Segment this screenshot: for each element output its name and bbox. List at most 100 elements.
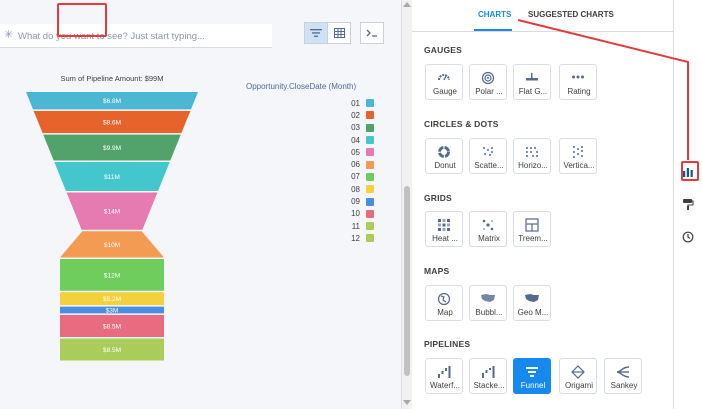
scroll-down-arrow[interactable] xyxy=(403,400,411,405)
tab-charts[interactable]: CHARTS xyxy=(478,10,511,19)
history-button[interactable] xyxy=(680,229,696,245)
format-paint-icon xyxy=(683,198,694,210)
history-icon xyxy=(682,231,694,243)
legend-label: 12 xyxy=(351,233,360,243)
legend-item[interactable]: 02 xyxy=(340,109,374,121)
legend-item[interactable]: 12 xyxy=(340,232,374,244)
chart-tile-bubble-map[interactable]: Bubbl... xyxy=(469,285,507,321)
legend-item[interactable]: 09 xyxy=(340,195,374,207)
waterfall-icon xyxy=(438,366,451,378)
origami-icon xyxy=(571,365,585,379)
chart-tile-label: Funnel xyxy=(520,381,546,390)
legend-label: 11 xyxy=(351,221,360,231)
chart-tile-label: Waterf... xyxy=(430,381,460,390)
legend-item[interactable]: 05 xyxy=(340,146,374,158)
legend-item[interactable]: 10 xyxy=(340,208,374,220)
chart-title: Sum of Pipeline Amount: $99M xyxy=(60,74,164,83)
legend-label: 04 xyxy=(351,135,360,145)
legend-label: 08 xyxy=(351,184,360,194)
flat-gauge-icon xyxy=(526,73,538,81)
legend-swatch xyxy=(366,234,374,243)
chart-tile-label: Polar ... xyxy=(475,87,503,96)
funnel-segment-label: $11M xyxy=(104,174,120,181)
format-button[interactable] xyxy=(680,196,696,212)
tab-suggested-charts[interactable]: SUGGESTED CHARTS xyxy=(528,10,614,19)
chart-tile-label: Donut xyxy=(434,161,456,170)
legend-label: 09 xyxy=(351,197,360,207)
geo-map-icon xyxy=(525,294,539,302)
legend-item[interactable]: 06 xyxy=(340,158,374,170)
funnel-segment-label: $6.8M xyxy=(103,98,121,105)
chart-tile-funnel[interactable]: Funnel xyxy=(513,358,551,394)
legend-label: 02 xyxy=(351,110,360,120)
legend-item[interactable]: 03 xyxy=(340,122,374,134)
active-tab-indicator xyxy=(474,29,512,31)
legend-title: Opportunity.CloseDate (Month) xyxy=(246,82,357,91)
annotation-highlight-chart-type-button xyxy=(681,161,699,181)
vertical-dot-plot-icon xyxy=(573,146,583,158)
chart-tile-label: Flat G... xyxy=(518,87,548,96)
legend-item[interactable]: 08 xyxy=(340,183,374,195)
chart-tile-label: Horizo... xyxy=(518,161,548,170)
chart-tile-stacked-waterfall[interactable]: Stacke... xyxy=(469,358,507,394)
donut-icon xyxy=(438,146,450,158)
treemap-icon xyxy=(525,218,539,232)
chart-tile-label: Treem... xyxy=(518,234,548,243)
side-rail xyxy=(674,0,702,409)
scroll-up-arrow[interactable] xyxy=(403,2,411,7)
chart-tile-horizontal-dot[interactable]: Horizo... xyxy=(513,138,551,174)
chart-tile-matrix[interactable]: Matrix xyxy=(469,211,507,247)
legend-swatch xyxy=(366,172,374,181)
chart-tile-label: Geo M... xyxy=(517,308,549,317)
legend-item[interactable]: 11 xyxy=(340,220,374,232)
legend-swatch xyxy=(366,123,374,132)
gauge-icon xyxy=(438,74,450,81)
legend-label: 01 xyxy=(351,98,360,108)
scroll-thumb[interactable] xyxy=(404,186,410,376)
chart-tile-scatter[interactable]: Scatte... xyxy=(469,138,507,174)
matrix-icon xyxy=(482,219,494,231)
chart-tile-flat-gauge[interactable]: Flat G... xyxy=(513,64,551,100)
chart-tile-polar-gauge[interactable]: Polar ... xyxy=(469,64,507,100)
funnel-segment-label: $8.6M xyxy=(103,119,121,126)
chart-tile-label: Gauge xyxy=(432,87,458,96)
chart-tile-label: Sankey xyxy=(610,381,638,390)
bubble-map-icon xyxy=(481,294,495,302)
scatter-icon xyxy=(483,147,493,156)
chart-tile-label: Bubbl... xyxy=(475,308,503,317)
legend-swatch xyxy=(366,209,374,218)
legend-item[interactable]: 04 xyxy=(340,134,374,146)
chart-tabs: CHARTS SUGGESTED CHARTS xyxy=(412,0,673,32)
chart-tile-sankey[interactable]: Sankey xyxy=(604,358,642,394)
chart-tile-treemap[interactable]: Treem... xyxy=(513,211,551,247)
chart-tile-waterfall[interactable]: Waterf... xyxy=(425,358,463,394)
chart-tile-label: Map xyxy=(437,308,453,317)
chart-tile-donut[interactable]: Donut xyxy=(425,138,463,174)
chart-tile-heatmap[interactable]: Heat ... xyxy=(425,211,463,247)
chart-tile-map[interactable]: Map xyxy=(425,285,463,321)
legend-swatch xyxy=(366,160,374,169)
chart-tile-label: Matrix xyxy=(478,234,500,243)
legend-item[interactable]: 01 xyxy=(340,97,374,109)
chart-types-panel: CHARTS SUGGESTED CHARTS GAUGES Gauge Pol… xyxy=(412,0,674,409)
legend-swatch xyxy=(366,136,374,145)
annotation-highlight-charts-tab xyxy=(57,3,107,37)
funnel-segment-label: $5.2M xyxy=(103,296,121,303)
legend-item[interactable]: 07 xyxy=(340,171,374,183)
chart-tile-rating[interactable]: Rating xyxy=(559,64,597,100)
chart-tile-origami[interactable]: Origami xyxy=(559,358,597,394)
chart-tile-vertical-dot[interactable]: Vertica... xyxy=(559,138,597,174)
funnel-segment-label: $10M xyxy=(104,242,120,249)
legend-swatch xyxy=(366,99,374,108)
chart-canvas-pane: ✳ $6.8M$8.6M$9. xyxy=(0,0,402,409)
legend-swatch xyxy=(366,148,374,157)
section-title-circles-dots: CIRCLES & DOTS xyxy=(424,119,499,129)
funnel-segment-label: $8.5M xyxy=(103,347,121,354)
section-title-gauges: GAUGES xyxy=(424,45,463,55)
funnel-segment-label: $9.9M xyxy=(103,145,121,152)
chart-tile-geo-map[interactable]: Geo M... xyxy=(513,285,551,321)
chart-tile-label: Rating xyxy=(567,87,591,96)
chart-tile-gauge[interactable]: Gauge xyxy=(425,64,463,100)
chart-tile-label: Origami xyxy=(564,381,593,390)
vertical-scrollbar[interactable] xyxy=(402,0,412,409)
